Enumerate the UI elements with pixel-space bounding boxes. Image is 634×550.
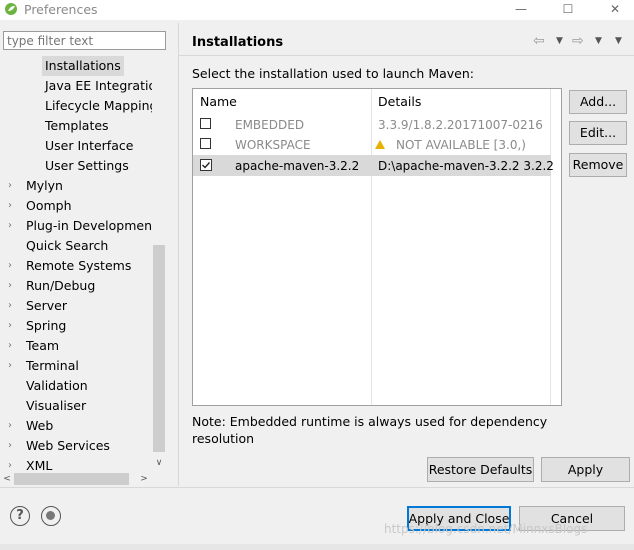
back-dropdown-icon[interactable]: ▼: [556, 33, 563, 49]
tree-item-team[interactable]: Team: [26, 336, 59, 356]
chevron-right-icon[interactable]: ›: [8, 436, 20, 456]
background-window-strip: [0, 544, 634, 550]
tree-item-plugin-development[interactable]: Plug-in Development: [26, 216, 152, 236]
tree-item-server[interactable]: Server: [26, 296, 67, 316]
scroll-right-icon[interactable]: >: [137, 472, 151, 486]
tree-item-user-settings[interactable]: User Settings: [45, 156, 129, 176]
row-checkbox-apache-maven[interactable]: [200, 159, 212, 171]
restore-defaults-button[interactable]: Restore Defaults: [427, 457, 534, 482]
embedded-runtime-note: Note: Embedded runtime is always used fo…: [192, 414, 548, 446]
scroll-left-icon[interactable]: <: [0, 472, 14, 486]
remove-button[interactable]: Remove: [569, 153, 627, 177]
warning-icon: [375, 140, 385, 149]
chevron-right-icon[interactable]: ›: [8, 296, 20, 316]
row-name-workspace[interactable]: WORKSPACE: [235, 138, 311, 152]
tree-horizontal-scroll-thumb[interactable]: [14, 473, 129, 485]
chevron-right-icon[interactable]: ›: [8, 256, 20, 276]
chevron-right-icon[interactable]: ›: [8, 196, 20, 216]
tree-item-validation[interactable]: Validation: [26, 376, 88, 396]
column-header-details[interactable]: Details: [378, 94, 421, 109]
row-name-apache-maven[interactable]: apache-maven-3.2.2: [235, 159, 359, 173]
row-details-embedded: 3.3.9/1.8.2.20171007-0216: [378, 118, 543, 132]
apply-button[interactable]: Apply: [541, 457, 630, 482]
chevron-right-icon[interactable]: ›: [8, 316, 20, 336]
add-button[interactable]: Add...: [569, 90, 627, 114]
tree-item-terminal[interactable]: Terminal: [26, 356, 79, 376]
footer-divider: [0, 487, 634, 488]
row-details-workspace: NOT AVAILABLE [3.0,): [396, 138, 526, 152]
view-menu-icon[interactable]: ▼: [615, 33, 622, 49]
back-arrow-icon[interactable]: ⇦: [533, 33, 545, 49]
watermark: https://blog.csdn.net/MinnxsBlogs: [384, 522, 588, 536]
tree-item-web-services[interactable]: Web Services: [26, 436, 110, 456]
tree-item-remote-systems[interactable]: Remote Systems: [26, 256, 131, 276]
tree-item-user-interface[interactable]: User Interface: [45, 136, 133, 156]
chevron-right-icon[interactable]: ›: [8, 456, 20, 472]
help-icon[interactable]: ?: [10, 506, 30, 526]
maximize-button[interactable]: ☐: [553, 0, 583, 20]
chevron-right-icon[interactable]: ›: [8, 216, 20, 236]
header-divider: [179, 55, 634, 56]
scroll-down-icon[interactable]: ∨: [152, 456, 166, 470]
tree-item-templates[interactable]: Templates: [45, 116, 109, 136]
tree-item-web[interactable]: Web: [26, 416, 53, 436]
tree-item-lifecycle-mapping[interactable]: Lifecycle Mapping: [45, 96, 152, 116]
chevron-right-icon[interactable]: ›: [8, 276, 20, 296]
filter-input[interactable]: [3, 31, 166, 50]
tree-item-run-debug[interactable]: Run/Debug: [26, 276, 95, 296]
chevron-right-icon[interactable]: ›: [8, 336, 20, 356]
chevron-right-icon[interactable]: ›: [8, 356, 20, 376]
spring-leaf-icon: [5, 3, 17, 15]
tree-vertical-scroll-thumb[interactable]: [153, 245, 165, 452]
tree-item-installations[interactable]: Installations: [42, 56, 124, 76]
row-checkbox-workspace[interactable]: [200, 138, 211, 149]
tree-item-spring[interactable]: Spring: [26, 316, 66, 336]
row-name-embedded[interactable]: EMBEDDED: [235, 118, 304, 132]
forward-arrow-icon[interactable]: ⇨: [572, 33, 584, 49]
edit-button[interactable]: Edit...: [569, 121, 627, 145]
tree-item-mylyn[interactable]: Mylyn: [26, 176, 63, 196]
record-icon[interactable]: [41, 506, 61, 526]
page-description: Select the installation used to launch M…: [192, 66, 474, 81]
column-divider: [371, 89, 372, 405]
page-title: Installations: [192, 35, 284, 50]
tree-item-quick-search[interactable]: Quick Search: [26, 236, 108, 256]
tree-item-java-ee-integration[interactable]: Java EE Integratio: [45, 76, 152, 96]
forward-dropdown-icon[interactable]: ▼: [595, 33, 602, 49]
installations-table: [192, 88, 562, 406]
chevron-right-icon[interactable]: ›: [8, 416, 20, 436]
minimize-button[interactable]: —: [506, 0, 536, 20]
column-divider: [550, 89, 551, 405]
row-details-apache-maven: D:\apache-maven-3.2.2 3.2.2: [378, 159, 554, 173]
tree-item-oomph[interactable]: Oomph: [26, 196, 72, 216]
tree-item-visualiser[interactable]: Visualiser: [26, 396, 86, 416]
close-button[interactable]: ✕: [600, 0, 630, 20]
tree-item-xml[interactable]: XML: [26, 456, 52, 472]
column-header-name[interactable]: Name: [200, 94, 237, 109]
preferences-tree: Installations Java EE Integratio Lifecyc…: [0, 56, 152, 472]
chevron-right-icon[interactable]: ›: [8, 176, 20, 196]
row-checkbox-embedded[interactable]: [200, 118, 211, 129]
window-title: Preferences: [24, 2, 98, 17]
